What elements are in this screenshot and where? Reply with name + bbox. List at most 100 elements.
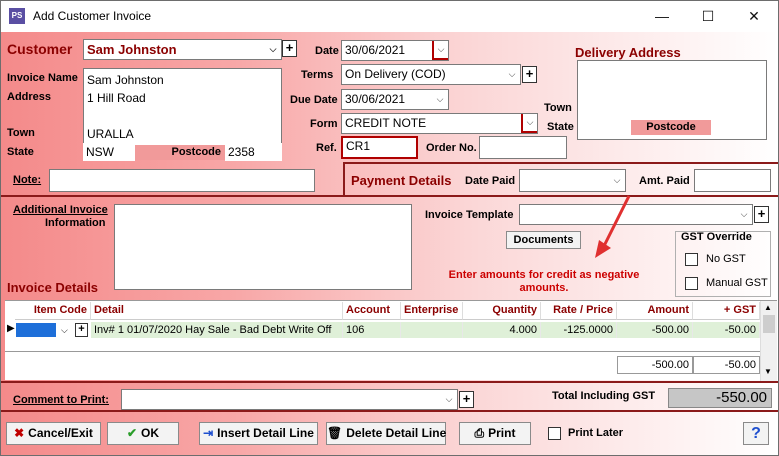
chevron-down-icon[interactable]: ⌵ [61, 322, 68, 338]
insert-line-icon: ⇥ [203, 426, 214, 440]
order-no-input[interactable] [479, 136, 567, 159]
ref-input[interactable]: CR1 [341, 136, 418, 159]
col-item-code[interactable]: Item Code [15, 302, 91, 320]
manual-gst-label: Manual GST [706, 277, 768, 289]
address-line: URALLA [87, 127, 134, 141]
app-icon: PS [9, 8, 25, 24]
title-bar: PS Add Customer Invoice — ☐ ✕ [1, 1, 778, 32]
col-enterprise[interactable]: Enterprise [401, 302, 463, 320]
note-input[interactable] [49, 169, 315, 192]
grid-scrollbar[interactable]: ▲ ▼ [760, 301, 777, 381]
print-later-checkbox[interactable] [548, 427, 561, 440]
amt-paid-label: Amt. Paid [639, 175, 690, 187]
gst-cell[interactable]: -50.00 [693, 322, 760, 338]
documents-button[interactable]: Documents [506, 231, 581, 249]
no-gst-label: No GST [706, 253, 746, 265]
divider [345, 162, 778, 164]
chevron-down-icon[interactable]: ⌵ [504, 65, 520, 84]
postcode-field[interactable]: 2358 [225, 143, 282, 161]
add-comment-button[interactable]: + [459, 391, 474, 408]
invoice-name-label: Invoice Name [7, 72, 78, 84]
delete-detail-line-label: Delete Detail Line [346, 426, 447, 440]
print-label: Print [488, 426, 516, 440]
scroll-down-icon[interactable]: ▼ [764, 367, 772, 376]
invoice-details-grid: Item Code Detail Account Enterprise Quan… [5, 300, 777, 381]
chevron-down-icon[interactable]: ⌵ [432, 41, 448, 60]
col-account[interactable]: Account [343, 302, 401, 320]
scroll-up-icon[interactable]: ▲ [764, 303, 772, 312]
due-date-picker[interactable]: 30/06/2021 ⌵ [341, 89, 449, 110]
row-pointer-icon: ▶ [7, 323, 15, 334]
col-amount[interactable]: Amount [617, 302, 693, 320]
gst-override-title: GST Override [681, 231, 752, 243]
chevron-down-icon[interactable]: ⌵ [441, 390, 457, 409]
check-icon: ✔ [126, 426, 138, 440]
col-detail[interactable]: Detail [91, 302, 343, 320]
customer-select[interactable]: Sam Johnston ⌵ [83, 39, 282, 60]
add-terms-button[interactable]: + [522, 66, 537, 83]
scroll-thumb[interactable] [763, 315, 775, 333]
rate-cell[interactable]: -125.0000 [541, 322, 617, 338]
terms-select[interactable]: On Delivery (COD) ⌵ [341, 64, 521, 85]
enterprise-cell[interactable] [401, 322, 463, 338]
note-label: Note: [13, 174, 42, 186]
col-rate[interactable]: Rate / Price [541, 302, 617, 320]
date-picker[interactable]: 30/06/2021 ⌵ [341, 40, 449, 61]
chevron-down-icon[interactable]: ⌵ [265, 40, 281, 59]
additional-info-label: Additional Invoice [13, 204, 108, 216]
additional-info-textarea[interactable] [114, 204, 412, 290]
terms-value: On Delivery (COD) [345, 67, 446, 81]
print-later-label: Print Later [568, 427, 624, 439]
form-select[interactable]: CREDIT NOTE ⌵ [341, 113, 538, 134]
divider [1, 195, 778, 197]
address-line: Sam Johnston [87, 73, 164, 87]
arrow-icon [595, 195, 631, 258]
quantity-cell[interactable]: 4.000 [463, 322, 541, 338]
date-paid-label: Date Paid [465, 175, 516, 187]
address-line [87, 107, 278, 125]
help-button[interactable]: ? [743, 422, 769, 445]
close-icon: ✖ [14, 426, 25, 440]
comment-label: Comment to Print: [13, 394, 109, 406]
item-code-cell[interactable]: ⌵ + [15, 322, 91, 338]
chevron-down-icon[interactable]: ⌵ [736, 205, 752, 224]
trash-icon: 🗑 [327, 426, 343, 440]
town-label: Town [7, 127, 35, 139]
order-no-label: Order No. [426, 142, 477, 154]
maximize-icon[interactable]: ☐ [685, 1, 731, 32]
close-icon[interactable]: ✕ [731, 1, 777, 32]
divider [5, 351, 760, 352]
print-button[interactable]: ⎙ Print [459, 422, 531, 445]
address-label: Address [7, 91, 52, 103]
col-gst[interactable]: + GST [693, 302, 760, 320]
divider [343, 162, 345, 195]
add-item-button[interactable]: + [75, 323, 88, 337]
col-quantity[interactable]: Quantity [463, 302, 541, 320]
date-paid-picker[interactable]: ⌵ [519, 169, 626, 192]
amount-cell[interactable]: -500.00 [617, 322, 693, 338]
add-customer-button[interactable]: + [282, 40, 297, 57]
detail-cell[interactable]: Inv# 1 01/07/2020 Hay Sale - Bad Debt Wr… [91, 322, 343, 338]
no-gst-checkbox[interactable] [685, 253, 698, 266]
item-code-select[interactable] [16, 323, 56, 337]
comment-select[interactable]: ⌵ [121, 389, 458, 410]
delete-detail-line-button[interactable]: 🗑 Delete Detail Line [326, 422, 446, 445]
minimize-icon[interactable]: — [639, 1, 685, 32]
chevron-down-icon[interactable]: ⌵ [432, 90, 448, 109]
ok-label: OK [141, 426, 160, 440]
divider [1, 410, 778, 412]
state-field[interactable]: NSW [83, 143, 135, 161]
cancel-exit-button[interactable]: ✖ Cancel/Exit [6, 422, 101, 445]
window-title: Add Customer Invoice [33, 9, 152, 23]
amt-paid-input[interactable] [694, 169, 771, 192]
manual-gst-checkbox[interactable] [685, 277, 698, 290]
chevron-down-icon[interactable]: ⌵ [521, 114, 537, 133]
chevron-down-icon[interactable]: ⌵ [609, 170, 625, 191]
account-cell[interactable]: 106 [343, 322, 401, 338]
customer-label: Customer [7, 41, 73, 57]
insert-detail-line-button[interactable]: ⇥ Insert Detail Line [199, 422, 318, 445]
payment-details-title: Payment Details [351, 173, 452, 188]
invoice-window: PS Add Customer Invoice — ☐ ✕ Customer S… [0, 0, 779, 456]
ok-button[interactable]: ✔ OK [107, 422, 179, 445]
add-template-button[interactable]: + [754, 206, 769, 223]
